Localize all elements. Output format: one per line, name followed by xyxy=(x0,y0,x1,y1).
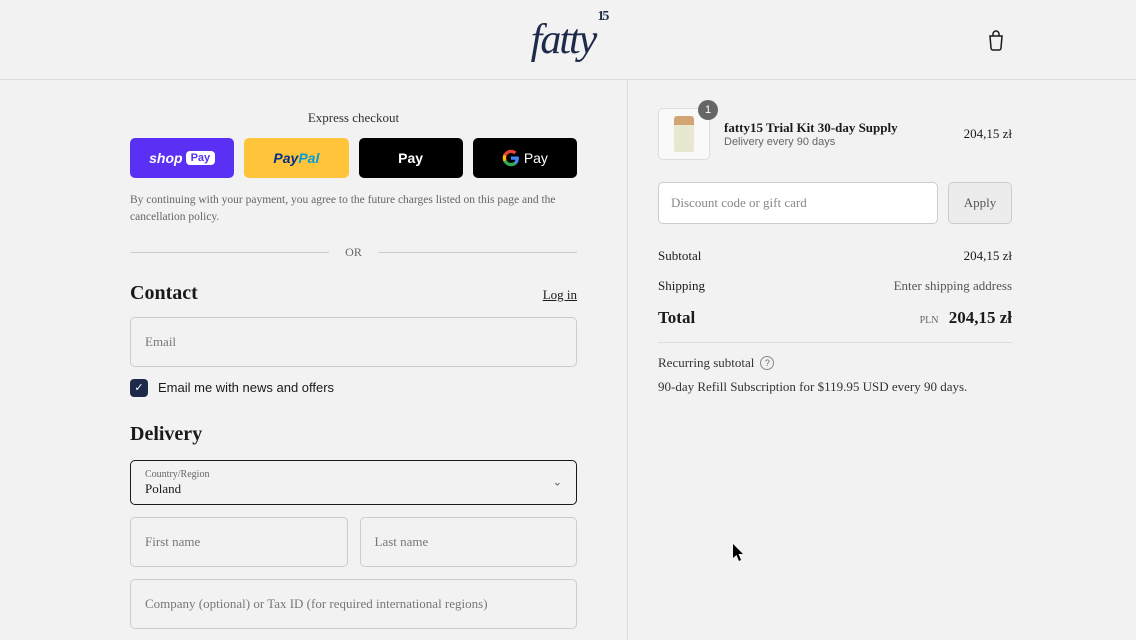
checkbox-icon: ✓ xyxy=(130,379,148,397)
or-divider: OR xyxy=(130,245,577,260)
product-thumbnail: 1 xyxy=(658,108,710,160)
shipping-value: Enter shipping address xyxy=(894,278,1012,294)
main: Express checkout shop Pay PayPal Pay Pay… xyxy=(0,80,1136,640)
product-subtitle: Delivery every 90 days xyxy=(724,136,950,148)
subtotal-label: Subtotal xyxy=(658,248,701,264)
payment-disclaimer: By continuing with your payment, you agr… xyxy=(130,192,577,227)
login-link[interactable]: Log in xyxy=(543,287,577,303)
currency-code: PLN xyxy=(920,315,939,326)
contact-section-head: Contact Log in xyxy=(130,282,577,305)
chevron-down-icon: ⌄ xyxy=(553,476,562,489)
paypal-button[interactable]: PayPal xyxy=(244,138,348,178)
cart-icon[interactable] xyxy=(986,29,1006,56)
product-name: fatty15 Trial Kit 30-day Supply xyxy=(724,120,950,136)
product-price: 204,15 zł xyxy=(964,126,1012,142)
first-name-field[interactable] xyxy=(130,517,348,567)
last-name-field[interactable] xyxy=(360,517,578,567)
cart-item: 1 fatty15 Trial Kit 30-day Supply Delive… xyxy=(658,108,1012,160)
country-label: Country/Region xyxy=(145,469,562,480)
google-pay-button[interactable]: Pay xyxy=(473,138,577,178)
express-buttons: shop Pay PayPal Pay Pay xyxy=(130,138,577,178)
header: fatty15 xyxy=(0,0,1136,80)
brand-name: fatty xyxy=(531,17,596,63)
info-icon[interactable]: ? xyxy=(760,356,774,370)
quantity-badge: 1 xyxy=(698,100,718,120)
checkout-form-panel: Express checkout shop Pay PayPal Pay Pay… xyxy=(0,80,627,640)
recurring-subtotal-row: Recurring subtotal ? xyxy=(658,355,1012,371)
total-value: 204,15 zł xyxy=(949,308,1012,327)
recurring-label: Recurring subtotal xyxy=(658,355,754,371)
total-label: Total xyxy=(658,308,695,328)
delivery-title: Delivery xyxy=(130,423,577,446)
shipping-row: Shipping Enter shipping address xyxy=(658,278,1012,294)
country-value: Poland xyxy=(145,481,181,496)
country-select[interactable]: Country/Region Poland ⌄ xyxy=(130,460,577,505)
brand-super: 15 xyxy=(597,9,607,24)
express-checkout-title: Express checkout xyxy=(130,110,577,126)
contact-title: Contact xyxy=(130,282,198,305)
apple-pay-button[interactable]: Pay xyxy=(359,138,463,178)
discount-code-input[interactable] xyxy=(658,182,938,224)
email-field[interactable] xyxy=(130,317,577,367)
total-row: Total PLN 204,15 zł xyxy=(658,308,1012,328)
subtotal-value: 204,15 zł xyxy=(964,248,1012,264)
shipping-label: Shipping xyxy=(658,278,705,294)
divider xyxy=(658,342,1012,343)
shop-pay-button[interactable]: shop Pay xyxy=(130,138,234,178)
recurring-description: 90-day Refill Subscription for $119.95 U… xyxy=(658,379,1012,395)
apply-button[interactable]: Apply xyxy=(948,182,1012,224)
brand-logo[interactable]: fatty15 xyxy=(531,16,606,64)
newsletter-label: Email me with news and offers xyxy=(158,380,334,395)
company-field[interactable] xyxy=(130,579,577,629)
newsletter-checkbox-row[interactable]: ✓ Email me with news and offers xyxy=(130,379,577,397)
order-summary-panel: 1 fatty15 Trial Kit 30-day Supply Delive… xyxy=(627,80,1136,640)
subtotal-row: Subtotal 204,15 zł xyxy=(658,248,1012,264)
